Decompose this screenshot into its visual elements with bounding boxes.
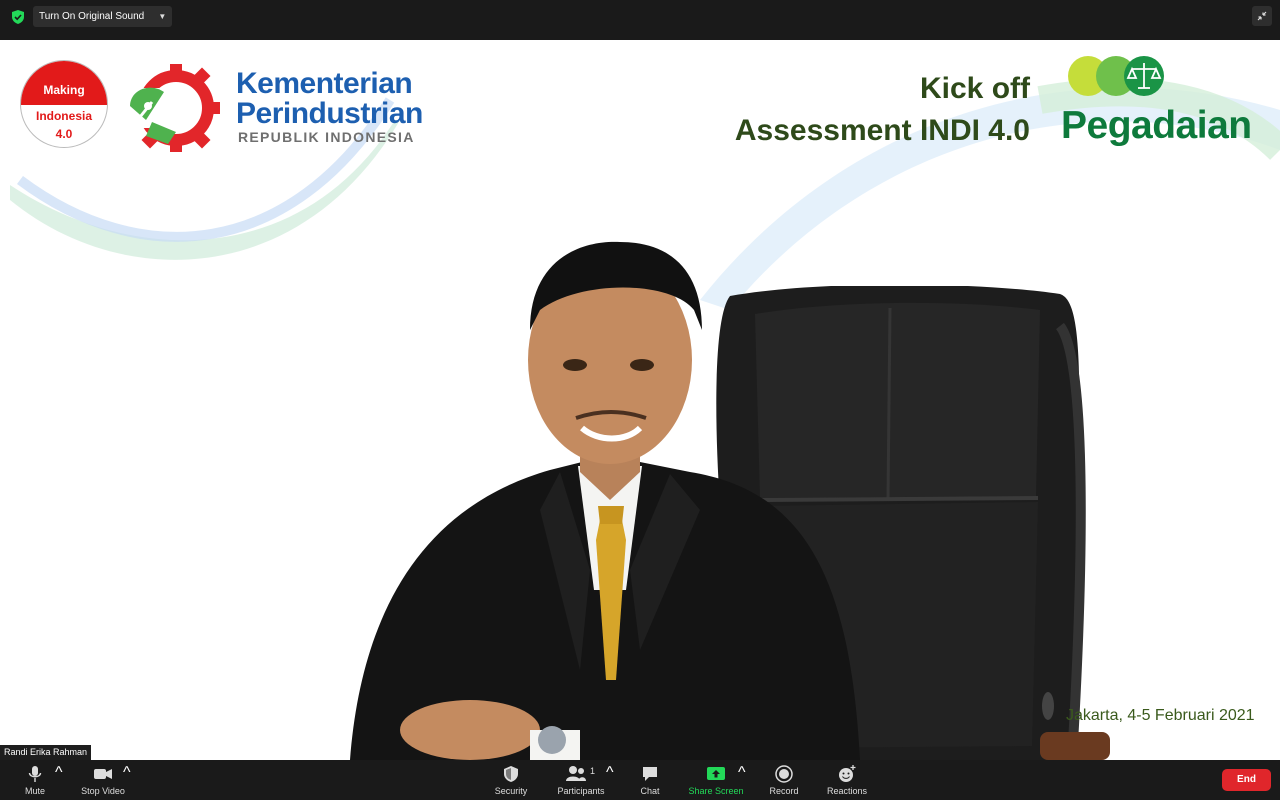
chevron-down-icon[interactable]: ▼ — [158, 6, 166, 27]
exit-fullscreen-button[interactable] — [1252, 6, 1272, 26]
chat-button[interactable]: Chat — [632, 764, 668, 798]
meeting-toolbar: Mute ^ Stop Video ^ Security 1 Participa… — [0, 760, 1280, 800]
kementerian-title-line-2: Perindustrian — [236, 97, 423, 130]
participants-button[interactable]: 1 Participants — [553, 764, 609, 798]
pegadaian-scales-logo-icon — [1068, 56, 1164, 96]
video-stage: Making Indonesia 4.0 Kementerian Perindu… — [0, 40, 1280, 760]
kementerian-subtitle: REPUBLIK INDONESIA — [238, 129, 415, 145]
slide-title-line-1: Kick off — [919, 72, 1030, 105]
kementerian-gear-logo-icon — [128, 64, 220, 152]
mute-button[interactable]: Mute — [18, 764, 52, 798]
mute-options-chevron-icon[interactable]: ^ — [55, 764, 63, 798]
participants-count: 1 — [590, 766, 595, 776]
video-options-chevron-icon[interactable]: ^ — [123, 764, 131, 798]
badge-line-3: 4.0 — [55, 127, 73, 141]
smiley-plus-icon — [839, 765, 856, 782]
record-label: Record — [769, 786, 799, 796]
kementerian-title-line-1: Kementerian — [236, 67, 413, 100]
record-button[interactable]: Record — [764, 764, 804, 798]
security-button[interactable]: Security — [489, 764, 533, 798]
security-shield-icon — [504, 766, 518, 782]
chat-bubble-icon — [643, 767, 657, 781]
chat-label: Chat — [640, 786, 660, 796]
end-meeting-button[interactable]: End — [1222, 769, 1271, 791]
slide-title-line-2: Assessment INDI 4.0 — [734, 114, 1030, 147]
original-sound-label: Turn On Original Sound — [39, 11, 145, 22]
share-screen-arrow-icon — [707, 767, 725, 780]
reactions-button[interactable]: Reactions — [822, 764, 872, 798]
slide-caption: Jakarta, 4-5 Februari 2021 — [1066, 707, 1255, 724]
reactions-label: Reactions — [826, 786, 868, 796]
participant-name-tag: Randi Erika Rahman — [0, 745, 92, 760]
presenter-photo — [350, 241, 860, 760]
making-indonesia-logo: Making Indonesia 4.0 — [20, 60, 108, 148]
badge-line-2: Indonesia — [35, 109, 92, 123]
original-sound-button[interactable]: Turn On Original Sound ▼ — [33, 6, 173, 27]
pegadaian-wordmark: Pegadaian — [1061, 104, 1252, 147]
top-bar: Turn On Original Sound ▼ — [0, 0, 1280, 40]
record-icon — [775, 765, 793, 783]
security-label: Security — [494, 786, 528, 796]
participants-icon: 1 — [566, 766, 595, 781]
exit-fullscreen-icon — [1257, 11, 1267, 21]
mute-label: Mute — [24, 786, 45, 796]
share-options-chevron-icon[interactable]: ^ — [738, 764, 746, 798]
microphone-icon — [28, 766, 42, 782]
shield-check-icon[interactable] — [10, 9, 26, 25]
participants-options-chevron-icon[interactable]: ^ — [606, 764, 614, 798]
video-camera-icon — [94, 769, 112, 779]
participants-label: Participants — [557, 786, 605, 796]
badge-line-1: Making — [43, 83, 85, 97]
